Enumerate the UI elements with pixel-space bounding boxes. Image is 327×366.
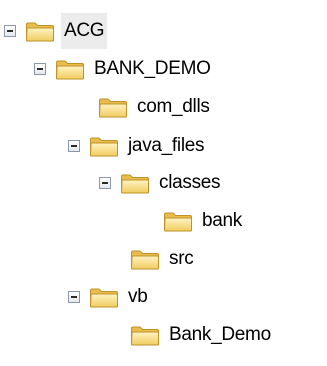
folder-open-icon (89, 286, 119, 308)
tree-node-label: com_dlls (137, 96, 210, 117)
collapse-toggle-icon[interactable] (4, 25, 16, 37)
tree-node-label: src (169, 248, 194, 269)
tree-node-vb[interactable]: vb (68, 279, 150, 315)
folder-open-icon (98, 96, 128, 118)
folder-open-icon (120, 172, 150, 194)
collapse-toggle-icon[interactable] (68, 291, 80, 303)
tree-node-label: ACG (61, 13, 108, 49)
folder-open-icon (130, 324, 160, 346)
tree-node-label: bank (202, 210, 243, 231)
tree-node-classes[interactable]: classes (99, 165, 223, 201)
tree-node-label: Bank_Demo (169, 324, 271, 345)
tree-node-label: classes (159, 172, 221, 193)
collapse-toggle-icon[interactable] (68, 140, 80, 152)
tree-node-bank-demo-vb[interactable]: Bank_Demo (130, 317, 274, 353)
folder-open-icon (25, 20, 55, 42)
tree-node-label: BANK_DEMO (94, 58, 211, 79)
tree-node-acg[interactable]: ACG (4, 13, 108, 49)
collapse-toggle-icon[interactable] (99, 177, 111, 189)
folder-open-icon (130, 248, 160, 270)
folder-open-icon (163, 210, 193, 232)
folder-open-icon (89, 135, 119, 157)
tree-node-bank-demo[interactable]: BANK_DEMO (34, 51, 214, 87)
tree-node-src[interactable]: src (130, 241, 196, 277)
tree-node-bank[interactable]: bank (163, 203, 245, 239)
folder-open-icon (55, 58, 85, 80)
tree-node-java-files[interactable]: java_files (68, 128, 207, 164)
collapse-toggle-icon[interactable] (34, 63, 46, 75)
tree-node-label: vb (128, 286, 148, 307)
tree-node-label: java_files (128, 135, 205, 156)
folder-tree: ACG BANK_DEMO com_dlls java_files classe… (0, 0, 327, 366)
tree-node-com-dlls[interactable]: com_dlls (98, 89, 213, 125)
